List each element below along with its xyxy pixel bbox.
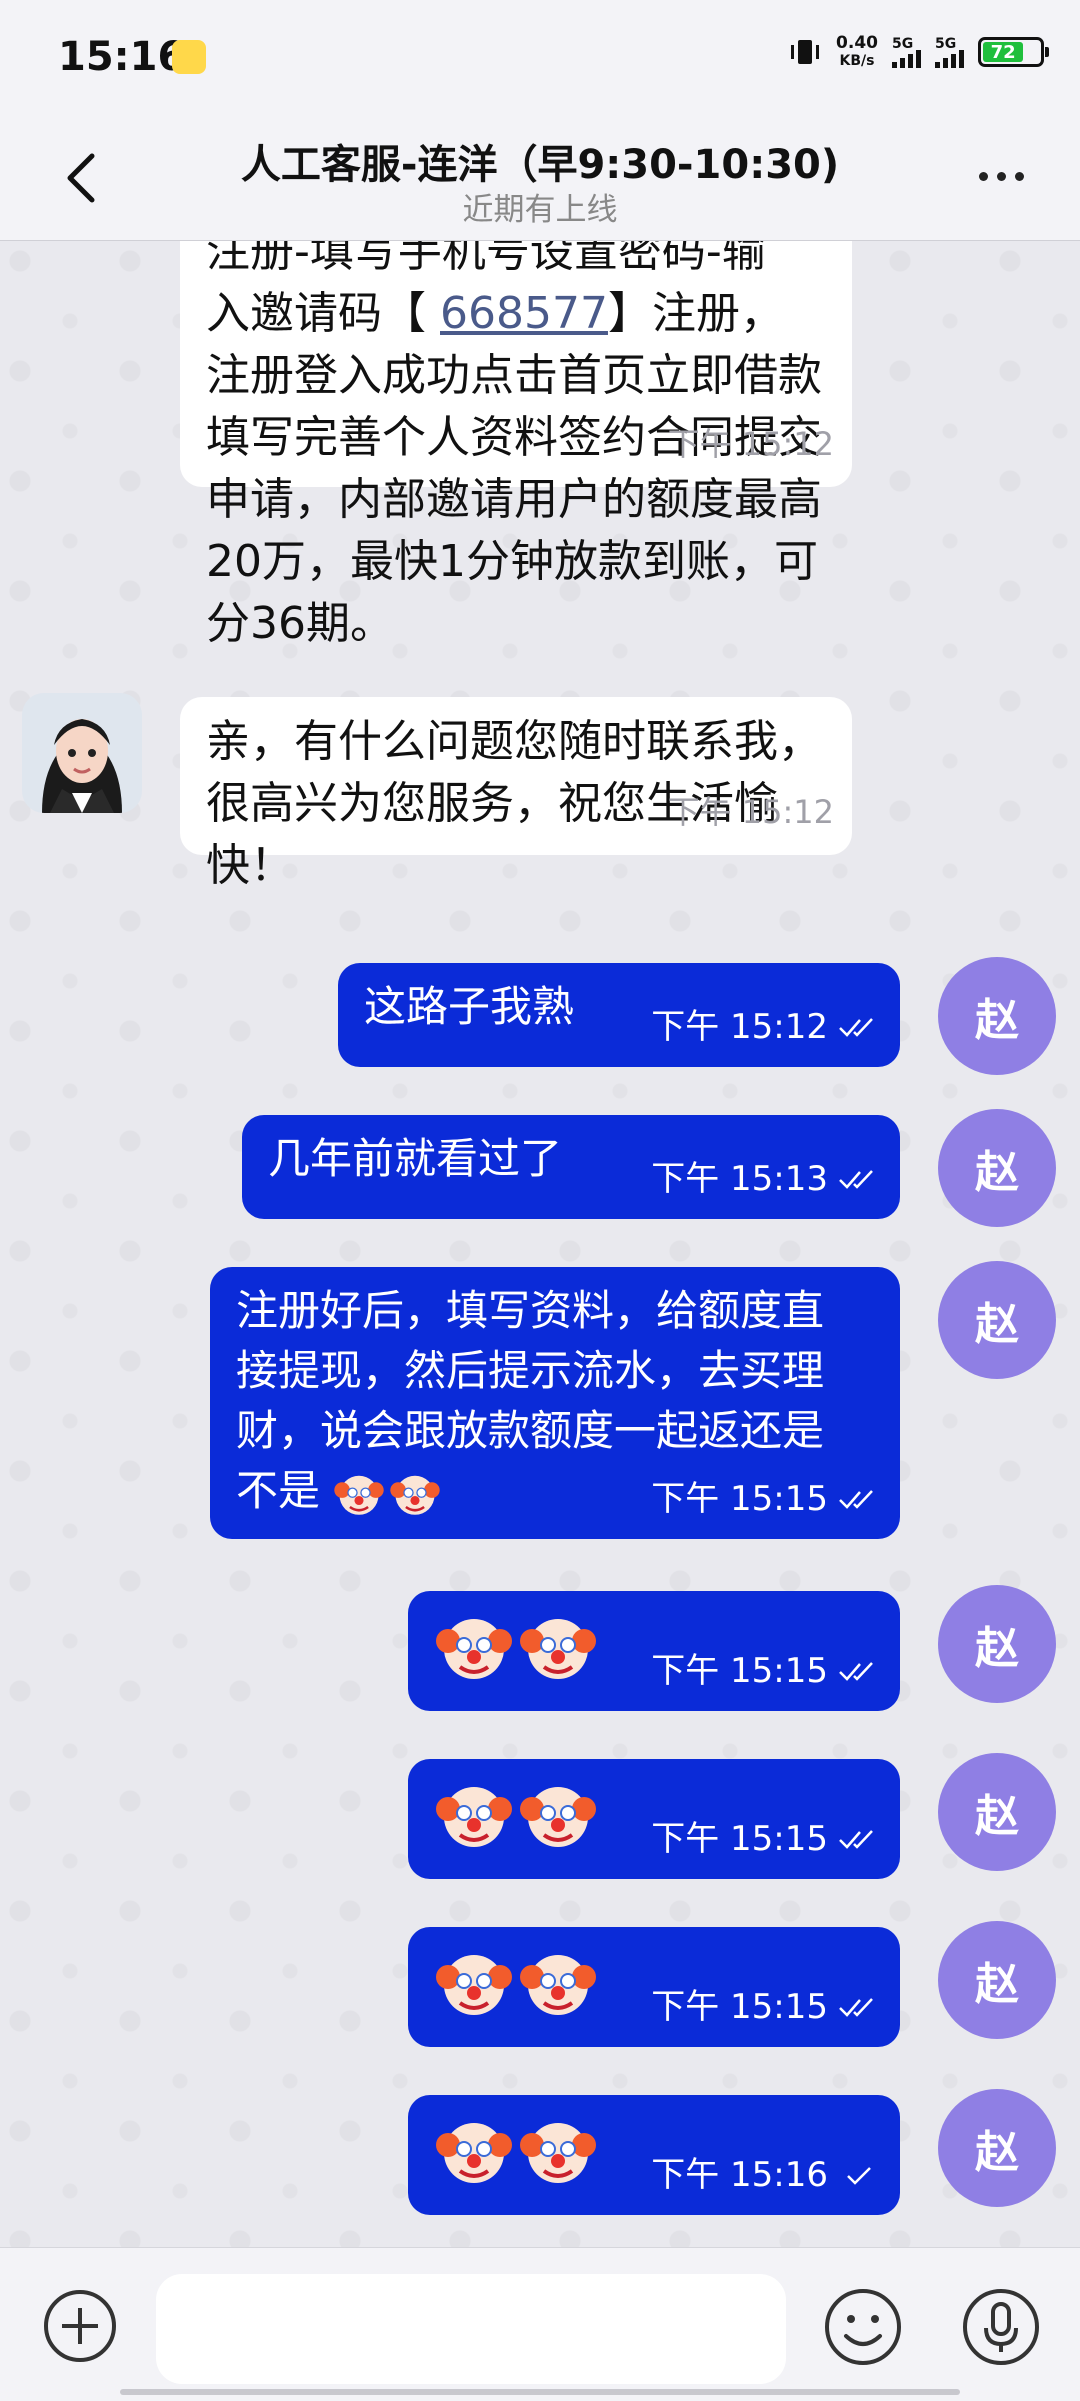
- message-bubble-outgoing[interactable]: 这路子我熟 下午 15:12: [338, 963, 900, 1067]
- message-status: 下午 15:12: [651, 997, 878, 1057]
- emoji-icon[interactable]: [822, 2286, 904, 2368]
- double-check-icon: [839, 1662, 873, 1681]
- clown-emoji-icon: [520, 1787, 596, 1847]
- speed-unit: KB/s: [839, 53, 875, 69]
- message-text: 几年前就看过了: [268, 1134, 563, 1183]
- message-bubble-outgoing[interactable]: 下午 15:15: [408, 1927, 900, 2047]
- battery-level: 72: [983, 42, 1024, 63]
- clown-emoji-icon: [436, 1619, 512, 1679]
- message-time: 下午 15:16: [651, 2155, 828, 2195]
- message-time: 下午 15:12: [651, 1007, 828, 1047]
- message-time: 下午 15:15: [651, 1987, 828, 2027]
- message-status: 下午 15:15: [651, 1809, 878, 1869]
- message-status: 下午 15:15: [651, 1469, 878, 1529]
- double-check-icon: [839, 1170, 873, 1189]
- agent-avatar[interactable]: [22, 693, 142, 813]
- clown-emoji-icon: [520, 1619, 596, 1679]
- plus-icon[interactable]: [40, 2286, 120, 2366]
- clown-emoji-icon: [436, 2123, 512, 2183]
- more-options-icon[interactable]: [979, 172, 1024, 181]
- message-status: 下午 15:13: [651, 1149, 878, 1209]
- gesture-bar: [120, 2389, 960, 2395]
- my-avatar[interactable]: 赵: [938, 1261, 1056, 1379]
- chat-header: 人工客服-连洋（早9:30-10:30) 近期有上线: [0, 118, 1080, 241]
- chat-area[interactable]: 注册-填写手机号设置密码-输 入邀请码【 668577】注册， 注册登入成功点击…: [0, 241, 1080, 2247]
- single-check-icon: [847, 2167, 871, 2185]
- online-status: 近期有上线: [462, 192, 618, 228]
- input-bar: [0, 2247, 1080, 2401]
- message-time: 下午 15:15: [651, 1651, 828, 1691]
- my-avatar[interactable]: 赵: [938, 1753, 1056, 1871]
- my-avatar[interactable]: 赵: [938, 957, 1056, 1075]
- message-line: 入邀请码【: [206, 288, 440, 339]
- my-avatar[interactable]: 赵: [938, 1109, 1056, 1227]
- network-type-2: 5G: [935, 36, 957, 52]
- message-time: 下午 15:13: [651, 1159, 828, 1199]
- speed-value: 0.40: [836, 33, 878, 53]
- clown-emoji-icon: [436, 1955, 512, 2015]
- message-line: 注册-填写手机号设置密码-输: [206, 241, 766, 277]
- my-avatar[interactable]: 赵: [938, 1921, 1056, 2039]
- message-bubble-incoming[interactable]: 亲，有什么问题您随时联系我，很高兴为您服务，祝您生活愉快！ 下午 15:12: [180, 697, 852, 891]
- status-time: 15:16: [58, 34, 186, 80]
- chat-title: 人工客服-连洋（早9:30-10:30): [240, 142, 840, 188]
- signal-icon: 5G: [892, 36, 921, 68]
- message-status: 下午 15:15: [651, 1641, 878, 1701]
- message-bubble-outgoing[interactable]: 下午 15:15: [408, 1591, 900, 1711]
- message-input[interactable]: [156, 2274, 786, 2384]
- my-avatar[interactable]: 赵: [938, 2089, 1056, 2207]
- microphone-icon[interactable]: [960, 2286, 1042, 2368]
- my-avatar[interactable]: 赵: [938, 1585, 1056, 1703]
- network-speed: 0.40 KB/s: [836, 34, 878, 70]
- status-indicators: 0.40 KB/s 5G 5G 72: [788, 34, 1049, 70]
- status-bar: 15:16 0.40 KB/s 5G 5G 72: [0, 0, 1080, 118]
- invite-code-link[interactable]: 668577: [440, 288, 608, 339]
- message-bubble-outgoing[interactable]: 下午 15:15: [408, 1759, 900, 1879]
- clown-emoji-icon: [334, 1475, 385, 1515]
- message-line: 】注册，: [607, 288, 784, 339]
- message-bubble-outgoing[interactable]: 注册好后，填写资料，给额度直接提现，然后提示流水，去买理财，说会跟放款额度一起返…: [210, 1267, 900, 1539]
- message-line: 注册登入成功点击首页立即借款填写完善个人资料签约合同提交申请，内部邀请用户的额度…: [206, 350, 822, 649]
- clown-emoji-icon: [436, 1787, 512, 1847]
- network-type-1: 5G: [892, 36, 914, 52]
- message-time: 下午 15:12: [667, 793, 834, 831]
- message-time: 下午 15:15: [651, 1479, 828, 1519]
- message-status: 下午 15:16: [651, 2145, 878, 2205]
- message-bubble-outgoing[interactable]: 下午 15:16: [408, 2095, 900, 2215]
- vibrate-icon: [791, 40, 820, 64]
- message-time: 下午 15:12: [667, 425, 834, 463]
- double-check-icon: [839, 1490, 873, 1509]
- double-check-icon: [839, 1018, 873, 1037]
- message-text: 这路子我熟: [364, 982, 575, 1031]
- double-check-icon: [839, 1830, 873, 1849]
- clown-emoji-icon: [520, 2123, 596, 2183]
- battery-icon: 72: [978, 37, 1049, 67]
- clown-emoji-icon: [520, 1955, 596, 2015]
- message-bubble-incoming[interactable]: 注册-填写手机号设置密码-输 入邀请码【 668577】注册， 注册登入成功点击…: [180, 241, 852, 649]
- message-bubble-outgoing[interactable]: 几年前就看过了 下午 15:13: [242, 1115, 900, 1219]
- clown-emoji-icon: [390, 1475, 441, 1515]
- message-status: 下午 15:15: [651, 1977, 878, 2037]
- double-check-icon: [839, 1998, 873, 2017]
- app-notification-icon: [172, 40, 206, 74]
- message-time: 下午 15:15: [651, 1819, 828, 1859]
- signal-icon: 5G: [935, 36, 964, 68]
